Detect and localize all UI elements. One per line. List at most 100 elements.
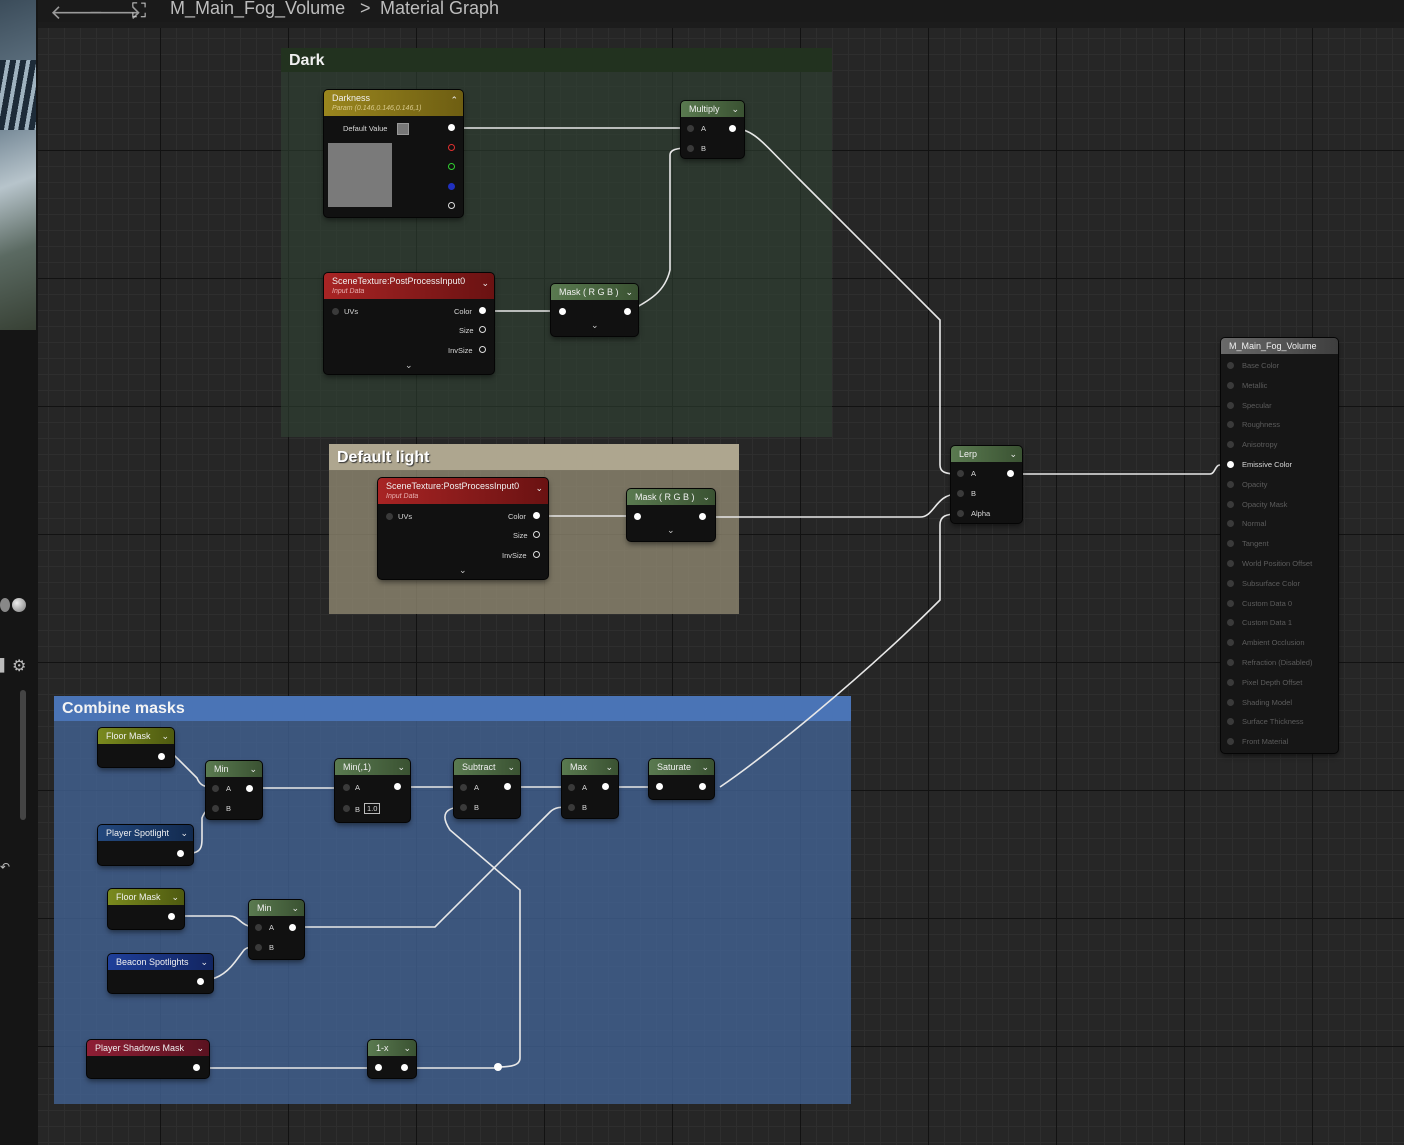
breadcrumb-graph[interactable]: Material Graph xyxy=(380,0,499,19)
expand-icon[interactable]: ⌄ xyxy=(591,320,599,331)
node-header[interactable]: Min ⌄ xyxy=(249,900,304,916)
result-input-pin[interactable] xyxy=(1227,659,1234,666)
gear-icon[interactable]: ⚙ xyxy=(12,656,26,676)
node-min[interactable]: Min ⌄ A B xyxy=(206,761,262,819)
result-input-pin[interactable] xyxy=(1227,540,1234,548)
a-input-pin[interactable] xyxy=(687,125,694,132)
output-pin[interactable] xyxy=(158,753,165,760)
alpha-input-pin[interactable] xyxy=(957,510,964,517)
node-lerp[interactable]: Lerp ⌄ A B Alpha xyxy=(951,446,1022,523)
node-mask-rgb[interactable]: Mask ( R G B ) ⌄ ⌄ xyxy=(551,284,638,336)
output-g-pin[interactable] xyxy=(448,163,455,170)
b-input-pin[interactable] xyxy=(460,804,467,811)
output-pin[interactable] xyxy=(197,978,204,985)
node-saturate[interactable]: Saturate ⌄ xyxy=(649,759,714,799)
output-r-pin[interactable] xyxy=(448,144,455,151)
node-darkness[interactable]: Darkness Param (0.146,0.146,0.146,1) ⌃ D… xyxy=(324,90,463,217)
chevron-down-icon[interactable]: ⌄ xyxy=(625,284,633,300)
node-header[interactable]: Player Spotlight ⌄ xyxy=(98,825,193,841)
result-input-pin[interactable] xyxy=(1227,381,1234,389)
sphere-icon[interactable] xyxy=(12,598,26,612)
expand-icon[interactable]: ⌄ xyxy=(459,565,467,576)
output-pin[interactable] xyxy=(394,783,401,790)
output-pin[interactable] xyxy=(168,913,175,920)
chevron-down-icon[interactable]: ⌄ xyxy=(180,825,188,841)
output-pin[interactable] xyxy=(624,308,631,315)
result-input-pin[interactable] xyxy=(1227,579,1234,587)
chevron-down-icon[interactable]: ⌄ xyxy=(196,1040,204,1056)
details-scrollbar[interactable] xyxy=(20,690,26,820)
node-min[interactable]: Min ⌄ A B xyxy=(249,900,304,959)
node-header[interactable]: Multiply ⌄ xyxy=(681,101,744,117)
node-header[interactable]: 1-x ⌄ xyxy=(368,1040,416,1056)
b-value-field[interactable]: 1.0 xyxy=(364,803,381,814)
comment-title[interactable]: Combine masks xyxy=(54,696,851,721)
default-value-swatch[interactable] xyxy=(397,123,409,135)
output-pin[interactable] xyxy=(1007,470,1014,477)
color-output-pin[interactable] xyxy=(479,307,486,314)
result-input-pin[interactable] xyxy=(1227,718,1234,726)
input-pin[interactable] xyxy=(559,308,566,315)
output-pin[interactable] xyxy=(602,783,609,790)
node-beacon-spotlights[interactable]: Beacon Spotlights ⌄ xyxy=(108,954,213,993)
result-input-pin[interactable] xyxy=(1227,619,1234,627)
result-input-pin[interactable] xyxy=(1227,639,1234,647)
node-header[interactable]: SceneTexture:PostProcessInput0 Input Dat… xyxy=(324,273,494,299)
node-player-shadows-mask[interactable]: Player Shadows Mask ⌄ xyxy=(87,1040,209,1078)
chevron-down-icon[interactable]: ⌄ xyxy=(1009,446,1017,462)
node-header[interactable]: Darkness Param (0.146,0.146,0.146,1) ⌃ xyxy=(324,90,463,116)
chevron-down-icon[interactable]: ⌄ xyxy=(291,900,299,916)
node-material-result[interactable]: M_Main_Fog_Volume Base Color Metallic Spec… xyxy=(1221,338,1338,753)
chevron-down-icon[interactable]: ⌄ xyxy=(702,489,710,505)
node-header[interactable]: Min(,1) ⌄ xyxy=(335,759,410,775)
result-input-pin[interactable] xyxy=(1227,500,1234,508)
node-header[interactable]: Max ⌄ xyxy=(562,759,618,775)
node-header[interactable]: SceneTexture:PostProcessInput0 Input Dat… xyxy=(378,478,548,504)
result-input-pin[interactable] xyxy=(1227,560,1234,567)
expand-icon[interactable]: ⌄ xyxy=(405,360,413,371)
chevron-down-icon[interactable]: ⌄ xyxy=(171,889,179,905)
result-input-pin[interactable] xyxy=(1227,599,1234,607)
node-one-minus[interactable]: 1-x ⌄ xyxy=(368,1040,416,1078)
chevron-down-icon[interactable]: ⌄ xyxy=(535,482,543,494)
uvs-input-pin[interactable] xyxy=(386,513,393,520)
result-input-pin[interactable] xyxy=(1227,401,1234,409)
chevron-down-icon[interactable]: ⌄ xyxy=(403,1040,411,1056)
node-max[interactable]: Max ⌄ A B xyxy=(562,759,618,818)
output-pin[interactable] xyxy=(699,783,706,790)
b-input-pin[interactable] xyxy=(255,944,262,951)
node-floor-mask[interactable]: Floor Mask ⌄ xyxy=(108,889,184,929)
result-input-pin[interactable] xyxy=(1227,480,1234,488)
output-pin[interactable] xyxy=(246,785,253,792)
chevron-down-icon[interactable]: ⌄ xyxy=(200,954,208,970)
a-input-pin[interactable] xyxy=(568,784,575,791)
panel-icon[interactable]: ▌ xyxy=(0,658,9,672)
size-output-pin[interactable] xyxy=(479,326,486,333)
node-subtract[interactable]: Subtract ⌄ A B xyxy=(454,759,520,818)
a-input-pin[interactable] xyxy=(255,924,262,931)
input-pin[interactable] xyxy=(634,513,641,520)
output-a-pin[interactable] xyxy=(448,202,455,209)
viewport-preview[interactable] xyxy=(0,0,36,330)
output-pin[interactable] xyxy=(193,1064,200,1071)
b-input-pin[interactable] xyxy=(212,805,219,812)
b-input-pin[interactable] xyxy=(687,145,694,152)
chevron-down-icon[interactable]: ⌄ xyxy=(507,759,515,775)
node-header[interactable]: Player Shadows Mask ⌄ xyxy=(87,1040,209,1056)
result-input-pin[interactable] xyxy=(1227,421,1234,429)
invsize-output-pin[interactable] xyxy=(533,551,540,558)
chevron-down-icon[interactable]: ⌄ xyxy=(481,277,489,289)
node-header[interactable]: Saturate ⌄ xyxy=(649,759,714,775)
output-pin[interactable] xyxy=(177,850,184,857)
node-scene-texture[interactable]: SceneTexture:PostProcessInput0 Input Dat… xyxy=(378,478,548,579)
node-header[interactable]: Floor Mask ⌄ xyxy=(98,728,174,744)
b-input-pin[interactable] xyxy=(568,804,575,811)
node-multiply[interactable]: Multiply ⌄ A B xyxy=(681,101,744,158)
input-pin[interactable] xyxy=(375,1064,382,1071)
undo-icon[interactable]: ↶ xyxy=(0,860,10,874)
chevron-down-icon[interactable]: ⌄ xyxy=(161,728,169,744)
output-pin[interactable] xyxy=(504,783,511,790)
b-input-pin[interactable] xyxy=(343,805,350,812)
node-header[interactable]: M_Main_Fog_Volume xyxy=(1221,338,1338,354)
b-input-pin[interactable] xyxy=(957,490,964,497)
